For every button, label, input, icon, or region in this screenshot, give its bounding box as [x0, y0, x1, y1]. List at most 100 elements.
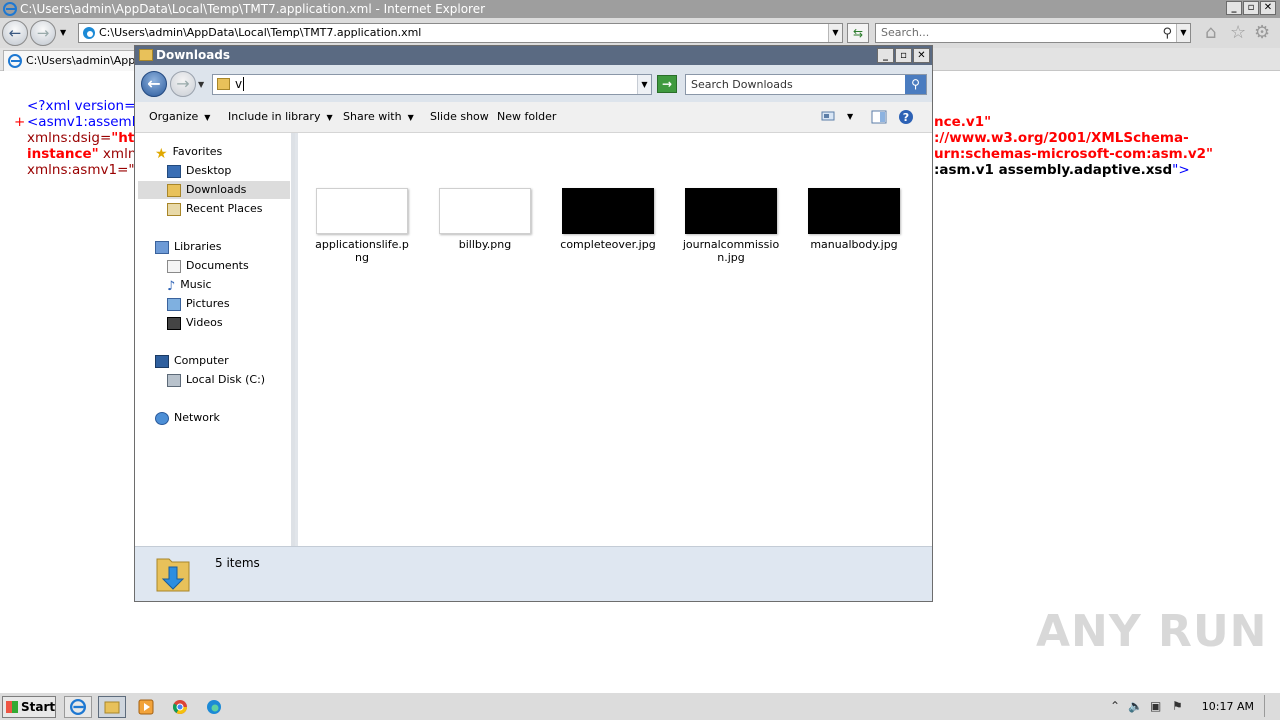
xml-attr-xmln: xmln	[98, 146, 137, 162]
tools-gear-icon[interactable]: ⚙	[1254, 24, 1270, 42]
ie-tab-current[interactable]: C:\Users\admin\AppDa...	[3, 50, 141, 71]
ie-address-bar[interactable]: C:\Users\admin\AppData\Local\Temp\TMT7.a…	[78, 23, 843, 43]
ie-navigation-bar: ← → ▼ C:\Users\admin\AppData\Local\Temp\…	[0, 18, 1280, 48]
explorer-address-text: v	[235, 77, 243, 91]
explorer-title: Downloads	[156, 48, 231, 62]
image-thumbnail	[316, 188, 408, 234]
ie-window-title: C:\Users\admin\AppData\Local\Temp\TMT7.a…	[20, 2, 486, 16]
ie-address-dropdown-icon[interactable]: ▼	[828, 24, 842, 42]
nav-item-local-disk[interactable]: Local Disk (C:)	[167, 373, 265, 387]
edge-page-icon	[83, 27, 95, 39]
nav-item-pictures[interactable]: Pictures	[167, 297, 230, 311]
hard-drive-icon	[167, 373, 181, 387]
image-thumbnail	[808, 188, 900, 234]
desktop-icon	[167, 164, 181, 178]
help-icon[interactable]: ?	[898, 109, 914, 125]
nav-item-computer[interactable]: Computer	[155, 354, 229, 368]
nav-item-libraries[interactable]: Libraries	[155, 240, 222, 254]
text-cursor: ​	[243, 77, 245, 91]
file-item[interactable]: billby.png	[435, 188, 535, 251]
explorer-search-box[interactable]: Search Downloads ⚲	[685, 74, 927, 95]
file-item[interactable]: journalcommission.jpg	[681, 188, 781, 264]
nav-item-network[interactable]: Network	[155, 411, 220, 425]
ie-minimize-button[interactable]: _	[1226, 1, 1242, 15]
favorites-star-icon[interactable]: ☆	[1230, 24, 1246, 42]
nav-item-desktop[interactable]: Desktop	[167, 164, 231, 178]
chevron-down-icon: ▼	[326, 113, 333, 122]
ie-close-button[interactable]: ✕	[1260, 1, 1276, 15]
xml-right-text-3: urn:schemas-microsoft-com:asm.v2"	[934, 146, 1214, 162]
recent-pages-dropdown-icon[interactable]: ▼	[198, 80, 204, 89]
ie-compat-refresh-icon[interactable]: ⇆	[847, 23, 869, 43]
chevron-down-icon: ▼	[407, 113, 414, 122]
explorer-forward-icon[interactable]: →	[170, 71, 196, 97]
ie-back-icon[interactable]: ←	[2, 20, 28, 46]
nav-item-downloads[interactable]: Downloads	[138, 181, 290, 199]
nav-item-music[interactable]: ♪ Music	[167, 278, 212, 294]
video-film-icon	[167, 316, 181, 330]
downloads-folder-icon	[156, 558, 190, 592]
taskbar-media-player-icon[interactable]	[132, 696, 160, 718]
home-icon[interactable]: ⌂	[1205, 24, 1216, 42]
nav-item-videos[interactable]: Videos	[167, 316, 223, 330]
clock[interactable]: 10:17 AM	[1202, 700, 1254, 713]
chevron-down-icon: ▼	[204, 113, 211, 122]
xml-attr-dsig: xmlns:dsig=	[27, 130, 112, 146]
file-item[interactable]: completeover.jpg	[558, 188, 658, 251]
slide-show-button[interactable]: Slide show	[430, 110, 489, 123]
explorer-maximize-button[interactable]: ▫	[895, 48, 912, 63]
computer-icon	[155, 354, 169, 368]
show-desktop-button[interactable]	[1264, 695, 1278, 717]
ie-title-bar: C:\Users\admin\AppData\Local\Temp\TMT7.a…	[0, 0, 1280, 18]
explorer-close-button[interactable]: ✕	[913, 48, 930, 63]
explorer-address-dropdown-icon[interactable]: ▼	[637, 75, 651, 94]
file-item[interactable]: applicationslife.png	[312, 188, 412, 264]
explorer-window: Downloads _ ▫ ✕ ← → ▼ v​ ▼ → Search Down…	[134, 45, 933, 602]
xml-declaration: <?xml version=	[27, 98, 136, 114]
taskbar-edge-icon[interactable]	[200, 696, 228, 718]
search-icon[interactable]: ⚲	[905, 75, 926, 94]
image-thumbnail	[562, 188, 654, 234]
svg-text:?: ?	[903, 111, 909, 124]
preview-pane-icon[interactable]	[871, 109, 887, 125]
show-hidden-icons-icon[interactable]: ⌃	[1110, 699, 1120, 713]
xml-collapse-toggle[interactable]: +	[14, 114, 25, 130]
ie-search-dropdown-icon[interactable]: ▼	[1176, 24, 1190, 42]
xml-attr-asmv1: xmlns:asmv1="	[27, 162, 135, 178]
search-icon[interactable]: ⚲	[1162, 25, 1172, 43]
file-name: journalcommission.jpg	[682, 238, 780, 264]
recent-places-icon	[167, 202, 181, 216]
share-with-button[interactable]: Share with ▼	[343, 110, 414, 123]
go-arrow-icon[interactable]: →	[657, 75, 677, 93]
ie-maximize-button[interactable]: ▫	[1243, 1, 1259, 15]
organize-button[interactable]: Organize ▼	[149, 110, 210, 123]
system-tray: ⌃ 🔈 ▣ ⚑ 10:17 AM	[1100, 693, 1280, 720]
include-in-library-button[interactable]: Include in library ▼	[228, 110, 333, 123]
explorer-search-placeholder: Search Downloads	[691, 78, 793, 91]
ie-search-box[interactable]: Search... ⚲ ▼	[875, 23, 1191, 43]
start-button[interactable]: Start	[2, 696, 56, 718]
volume-icon[interactable]: 🔈	[1128, 699, 1143, 713]
image-thumbnail	[685, 188, 777, 234]
taskbar-explorer-icon[interactable]	[98, 696, 126, 718]
downloads-folder-icon	[217, 78, 230, 90]
action-center-flag-icon[interactable]: ⚑	[1172, 699, 1183, 713]
nav-item-documents[interactable]: Documents	[167, 259, 249, 273]
music-note-icon: ♪	[167, 278, 176, 294]
network-icon[interactable]: ▣	[1150, 699, 1161, 713]
nav-item-recent-places[interactable]: Recent Places	[167, 202, 263, 216]
new-folder-button[interactable]: New folder	[497, 110, 556, 123]
view-options-dropdown-icon[interactable]: ▼	[847, 112, 853, 121]
taskbar-ie-icon[interactable]	[64, 696, 92, 718]
explorer-address-input[interactable]: v​ ▼	[212, 74, 652, 95]
start-label: Start	[21, 700, 56, 714]
item-count: 5 items	[215, 556, 260, 570]
change-view-icon[interactable]	[821, 109, 835, 123]
file-item[interactable]: manualbody.jpg	[804, 188, 904, 251]
nav-item-favorites[interactable]: ★ Favorites	[155, 145, 222, 162]
explorer-minimize-button[interactable]: _	[877, 48, 894, 63]
ie-forward-icon[interactable]: →	[30, 20, 56, 46]
explorer-back-icon[interactable]: ←	[141, 71, 167, 97]
ie-history-dropdown-icon[interactable]: ▼	[60, 28, 66, 37]
taskbar-chrome-icon[interactable]	[166, 696, 194, 718]
